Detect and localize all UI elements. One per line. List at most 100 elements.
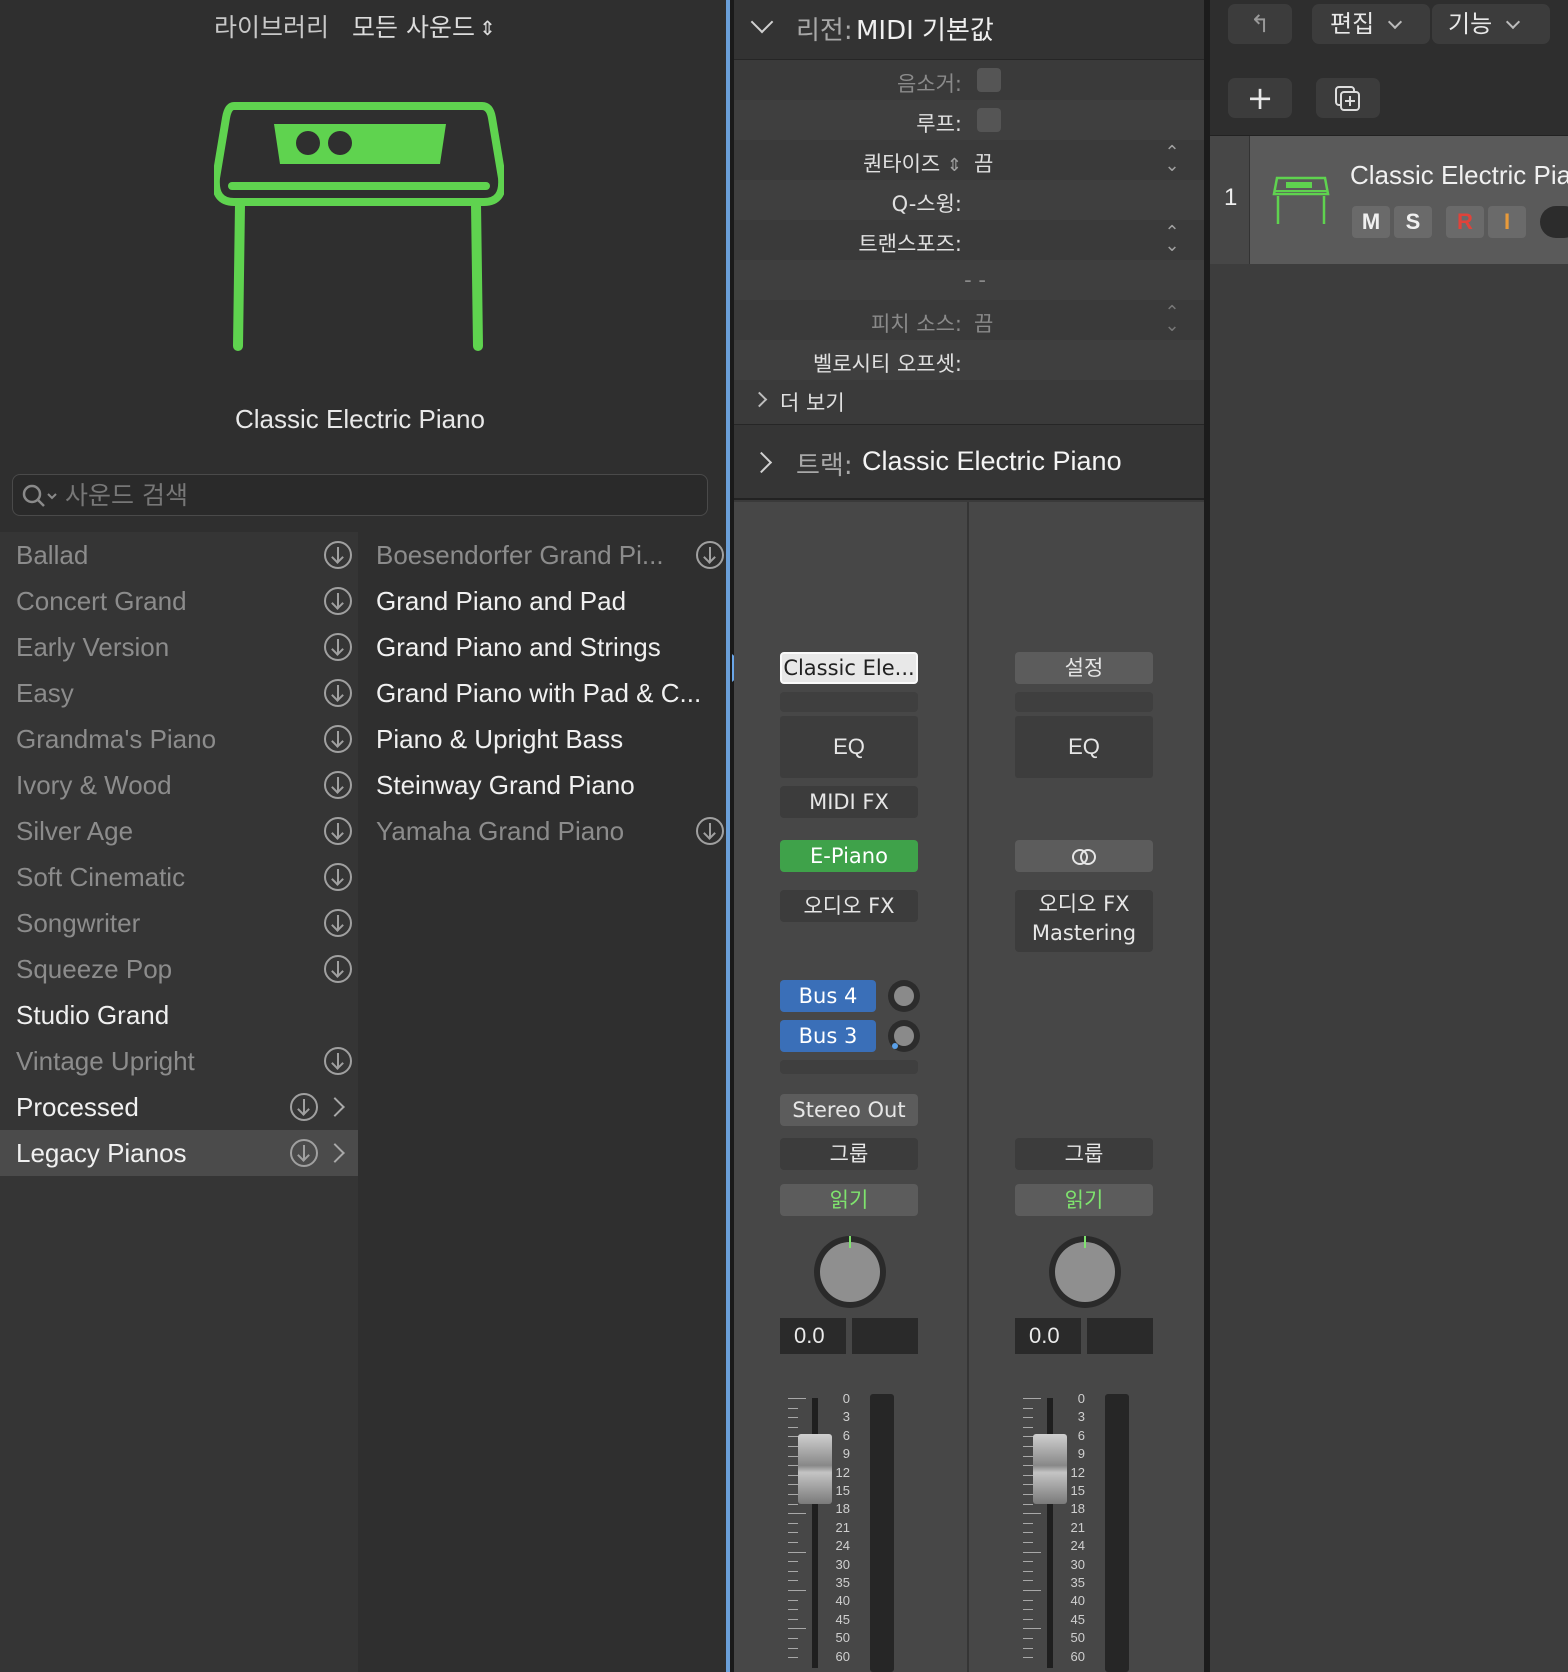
category-item[interactable]: Studio Grand — [0, 992, 358, 1038]
category-item[interactable]: Processed — [0, 1084, 358, 1130]
sound-search[interactable] — [12, 474, 708, 516]
disclosure-open-icon[interactable] — [750, 10, 774, 34]
empty-slot[interactable] — [1015, 692, 1153, 712]
quantize-row[interactable]: 퀀타이즈 ⇕ 끔 ⌃ ⌄ — [734, 140, 1204, 180]
disclosure-closed-icon[interactable] — [751, 391, 768, 408]
disclosure-closed-icon[interactable] — [750, 451, 773, 474]
track-inspector-header[interactable]: 트랙: Classic Electric Piano — [734, 424, 1204, 500]
eq-display[interactable]: EQ — [780, 716, 918, 778]
automation-mode[interactable]: 읽기 — [1015, 1184, 1153, 1216]
empty-send-slot[interactable] — [780, 1060, 918, 1074]
category-item[interactable]: Grandma's Piano — [0, 716, 358, 762]
category-item[interactable]: Silver Age — [0, 808, 358, 854]
mute-button[interactable]: M — [1352, 206, 1390, 238]
patch-item[interactable]: Piano & Upright Bass — [360, 716, 726, 762]
eq-display[interactable]: EQ — [1015, 716, 1153, 778]
solo-button[interactable]: S — [1394, 206, 1432, 238]
record-enable-button[interactable]: R — [1446, 206, 1484, 238]
volume-value[interactable]: 0.0 — [1015, 1318, 1081, 1354]
category-item[interactable]: Concert Grand — [0, 578, 358, 624]
audio-fx-slot[interactable]: 오디오 FX — [780, 890, 918, 922]
category-item[interactable]: Ivory & Wood — [0, 762, 358, 808]
download-icon[interactable] — [290, 1139, 318, 1167]
volume-fader[interactable] — [798, 1434, 832, 1504]
download-icon[interactable] — [290, 1093, 318, 1121]
duplicate-track-button[interactable] — [1316, 78, 1380, 118]
download-icon[interactable] — [324, 909, 352, 937]
group-slot[interactable]: 그룹 — [1015, 1138, 1153, 1170]
category-item[interactable]: Ballad — [0, 532, 358, 578]
patch-item[interactable]: Grand Piano with Pad & C... — [360, 670, 726, 716]
track-on-off-toggle[interactable] — [1540, 206, 1568, 238]
download-icon[interactable] — [324, 863, 352, 891]
input-monitor-button[interactable]: I — [1488, 206, 1526, 238]
mastering-plugin[interactable]: Mastering — [1015, 919, 1153, 948]
download-icon[interactable] — [324, 587, 352, 615]
category-item[interactable]: Easy — [0, 670, 358, 716]
download-icon[interactable] — [324, 1047, 352, 1075]
download-icon[interactable] — [324, 955, 352, 983]
search-icon[interactable] — [21, 482, 61, 510]
category-item[interactable]: Early Version — [0, 624, 358, 670]
category-item[interactable]: Squeeze Pop — [0, 946, 358, 992]
patch-item[interactable]: Steinway Grand Piano — [360, 762, 726, 808]
send-level-knob[interactable] — [888, 980, 920, 1012]
quantize-stepper-icon[interactable]: ⌃ ⌄ — [1164, 144, 1180, 175]
settings-button[interactable]: 설정 — [1015, 652, 1153, 684]
category-item[interactable]: Soft Cinematic — [0, 854, 358, 900]
pitch-source-stepper-icon[interactable]: ⌃ ⌄ — [1164, 304, 1180, 335]
mute-checkbox[interactable] — [977, 68, 1001, 92]
download-icon[interactable] — [324, 771, 352, 799]
chevron-right-icon[interactable] — [325, 1143, 345, 1163]
sound-filter-popup[interactable]: 모든 사운드 ⇕ — [352, 8, 496, 44]
audio-fx-slot[interactable]: 오디오 FX Mastering — [1015, 890, 1153, 952]
pan-knob[interactable] — [814, 1236, 886, 1308]
pitch-source-row[interactable]: 피치 소스: 끔 ⌃ ⌄ — [734, 300, 1204, 340]
patch-item[interactable]: Grand Piano and Strings — [360, 624, 726, 670]
volume-fader[interactable] — [1033, 1434, 1067, 1504]
more-label[interactable]: 더 보기 — [780, 387, 845, 417]
midi-fx-slot[interactable]: MIDI FX — [780, 786, 918, 818]
track-name[interactable]: Classic Electric Pia — [1350, 160, 1568, 191]
download-icon[interactable] — [696, 541, 724, 569]
patch-item[interactable]: Boesendorfer Grand Pi... — [360, 532, 726, 578]
pitch-source-value[interactable]: 끔 — [974, 308, 993, 338]
more-row[interactable]: 더 보기 — [734, 380, 1204, 420]
edit-menu[interactable]: 편집 — [1312, 4, 1430, 44]
search-input[interactable] — [65, 479, 695, 511]
transpose-stepper-icon[interactable]: ⌃ ⌄ — [1164, 224, 1180, 255]
download-icon[interactable] — [324, 541, 352, 569]
download-icon[interactable] — [324, 679, 352, 707]
output-slot[interactable]: Stereo Out — [780, 1094, 918, 1126]
category-item[interactable]: Legacy Pianos — [0, 1130, 358, 1176]
send-level-knob[interactable] — [888, 1020, 920, 1052]
track-header-row[interactable]: 1 Classic Electric Pia M S R I — [1210, 136, 1568, 264]
instrument-slot[interactable]: E-Piano — [780, 840, 918, 872]
category-item[interactable]: Vintage Upright — [0, 1038, 358, 1084]
chevron-right-icon[interactable] — [325, 1097, 345, 1117]
category-item[interactable]: Songwriter — [0, 900, 358, 946]
automation-mode[interactable]: 읽기 — [780, 1184, 918, 1216]
transpose-row[interactable]: 트랜스포즈: ⌃ ⌄ — [734, 220, 1204, 260]
volume-value[interactable]: 0.0 — [780, 1318, 846, 1354]
stereo-link-button[interactable] — [1015, 840, 1153, 872]
send-bus-3[interactable]: Bus 3 — [780, 1020, 876, 1052]
instrument-settings-button[interactable]: Classic Ele... — [780, 652, 918, 684]
functions-menu[interactable]: 기능 — [1432, 4, 1550, 44]
empty-slot[interactable] — [780, 692, 918, 712]
back-icon[interactable]: ↰ — [1228, 4, 1292, 44]
region-inspector-header[interactable]: 리전: MIDI 기본값 — [734, 0, 1204, 60]
quantize-value[interactable]: 끔 — [974, 148, 993, 178]
loop-checkbox[interactable] — [977, 108, 1001, 132]
quantize-label[interactable]: 퀀타이즈 ⇕ — [863, 148, 962, 178]
download-icon[interactable] — [324, 817, 352, 845]
patch-item[interactable]: Grand Piano and Pad — [360, 578, 726, 624]
add-track-button[interactable]: + — [1228, 78, 1292, 118]
download-icon[interactable] — [696, 817, 724, 845]
patch-item[interactable]: Yamaha Grand Piano — [360, 808, 726, 854]
send-bus-4[interactable]: Bus 4 — [780, 980, 876, 1012]
download-icon[interactable] — [324, 725, 352, 753]
balance-knob[interactable] — [1049, 1236, 1121, 1308]
download-icon[interactable] — [324, 633, 352, 661]
group-slot[interactable]: 그룹 — [780, 1138, 918, 1170]
